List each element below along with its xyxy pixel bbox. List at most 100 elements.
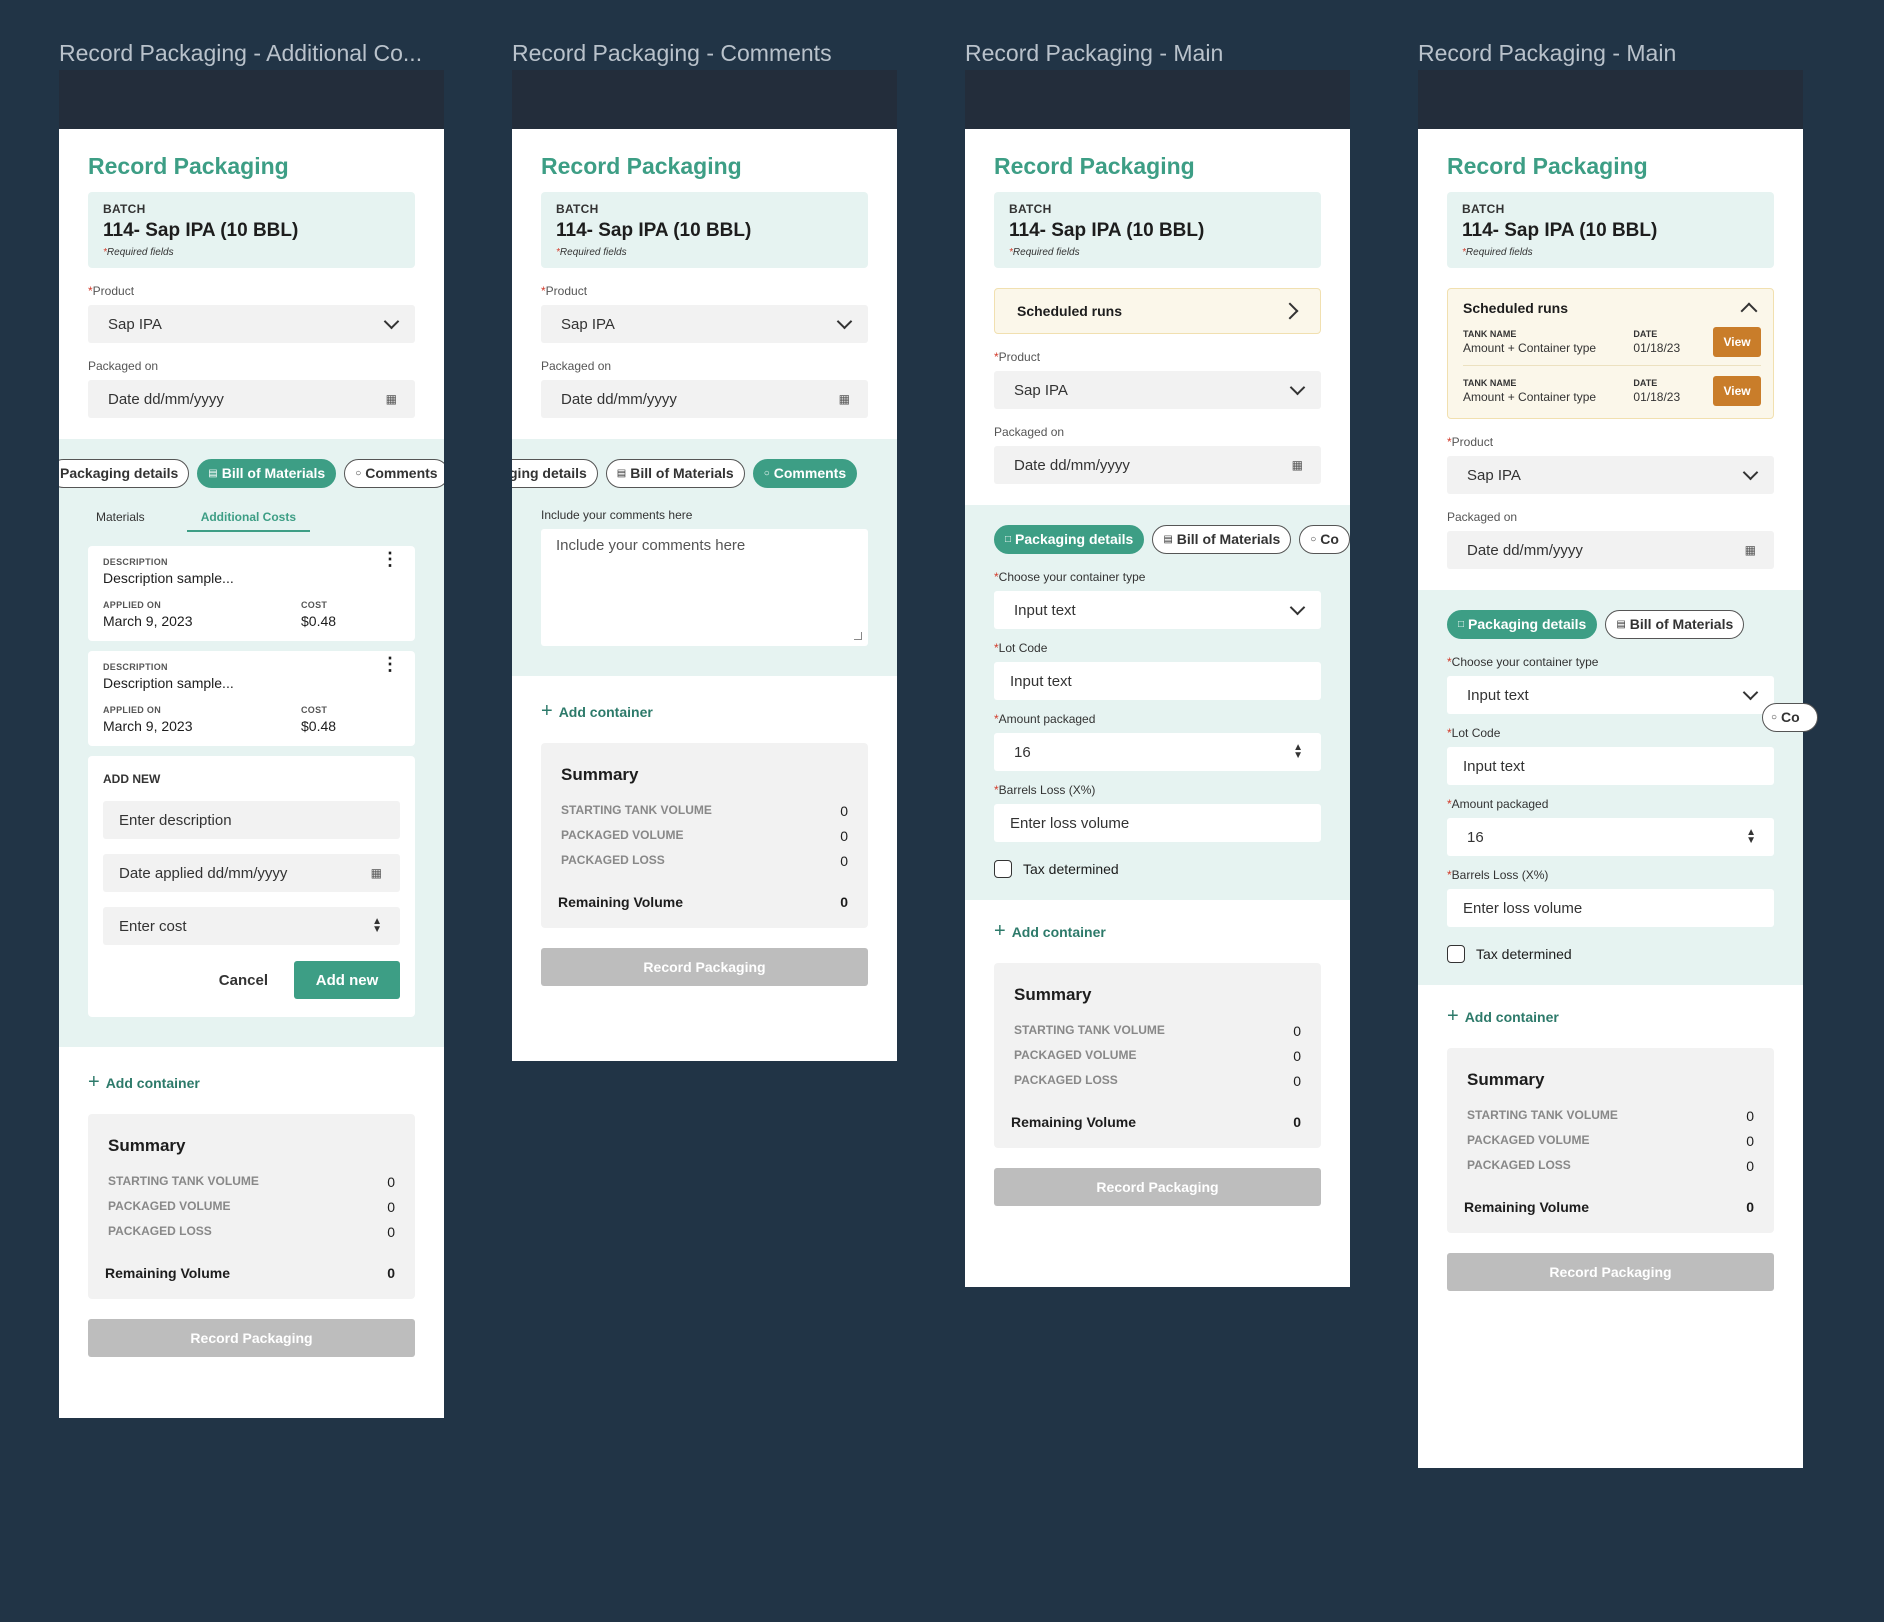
- add-new-title: ADD NEW: [103, 772, 161, 786]
- product-select[interactable]: Sap IPA: [994, 371, 1321, 409]
- add-container-button[interactable]: + Add container: [994, 920, 1321, 943]
- product-label: *Product: [1447, 435, 1494, 449]
- tab-comments[interactable]: ○ Comments: [752, 459, 858, 488]
- scheduled-runs-toggle[interactable]: Scheduled runs: [994, 288, 1321, 334]
- packaged-on-date-input[interactable]: Date dd/mm/yyyy ▦: [1447, 531, 1774, 569]
- add-container-button[interactable]: + Add container: [88, 1071, 415, 1094]
- tab-bill-of-materials[interactable]: ▤ Bill of Materials: [1605, 610, 1745, 639]
- add-container-button[interactable]: + Add container: [541, 700, 868, 723]
- view-run-button[interactable]: View: [1713, 327, 1761, 357]
- applied-on-value: March 9, 2023: [103, 613, 193, 629]
- container-type-select[interactable]: Input text: [994, 591, 1321, 629]
- subtab-materials[interactable]: Materials: [96, 510, 145, 532]
- chevron-down-icon: [1742, 464, 1759, 481]
- add-new-button[interactable]: Add new: [294, 961, 400, 999]
- more-options-icon[interactable]: ⋮: [381, 550, 399, 568]
- add-container-button[interactable]: + Add container: [1447, 1005, 1774, 1028]
- box-icon: □: [1005, 534, 1012, 545]
- summary-row: PACKAGED LOSS 0: [108, 1224, 395, 1240]
- app-header: [965, 70, 1350, 129]
- tax-determined-checkbox[interactable]: [1447, 945, 1465, 963]
- frame-title-additional-costs: Record Packaging - Additional Co...: [59, 40, 423, 66]
- tab-packaging-details[interactable]: Packaging details: [59, 459, 190, 488]
- record-packaging-button[interactable]: Record Packaging: [88, 1319, 415, 1357]
- barrels-loss-input[interactable]: Enter loss volume: [1447, 889, 1774, 927]
- tab-bill-of-materials[interactable]: ▤ Bill of Materials: [605, 459, 745, 488]
- summary-card: Summary STARTING TANK VOLUME 0 PACKAGED V…: [88, 1114, 415, 1299]
- calendar-icon: ▦: [385, 392, 397, 406]
- scheduled-runs-toggle[interactable]: Scheduled runs: [1463, 299, 1761, 320]
- page-title: Record Packaging: [88, 153, 289, 179]
- amount-packaged-input[interactable]: 16 ▲ ▼: [994, 733, 1321, 771]
- batch-card: BATCH 114- Sap IPA (10 BBL) *Required fi…: [88, 192, 415, 268]
- barrels-loss-input[interactable]: Enter loss volume: [994, 804, 1321, 842]
- batch-label: BATCH: [103, 202, 146, 216]
- record-packaging-button[interactable]: Record Packaging: [994, 1168, 1321, 1206]
- batch-value: 114- Sap IPA (10 BBL): [1462, 220, 1658, 241]
- summary-row: PACKAGED LOSS 0: [1014, 1073, 1301, 1089]
- box-icon: □: [1458, 619, 1465, 630]
- tax-determined-checkbox[interactable]: [994, 860, 1012, 878]
- summary-card: Summary STARTING TANK VOLUME 0 PACKAGED V…: [1447, 1048, 1774, 1233]
- date-applied-input[interactable]: Date applied dd/mm/yyyy ▦: [103, 854, 400, 892]
- product-label: *Product: [541, 284, 588, 298]
- summary-title: Summary: [1467, 1070, 1545, 1089]
- applied-on-label: APPLIED ON: [103, 600, 162, 610]
- product-select[interactable]: Sap IPA: [88, 305, 415, 343]
- tab-comments[interactable]: ○ Comments: [344, 459, 444, 488]
- subtab-bar: Materials Additional Costs: [88, 510, 415, 532]
- lot-code-input[interactable]: Input text: [994, 662, 1321, 700]
- container-type-select[interactable]: Input text: [1447, 676, 1774, 714]
- packaged-on-date-input[interactable]: Date dd/mm/yyyy ▦: [541, 380, 868, 418]
- tab-bar: □ Packaging details ▤ Bill of Materials: [1447, 610, 1803, 639]
- calendar-icon: ▦: [1744, 543, 1756, 557]
- remaining-volume-row: Remaining Volume 0: [105, 1265, 395, 1281]
- tab-packaging-details[interactable]: ging details: [512, 459, 598, 488]
- tab-bill-of-materials[interactable]: ▤ Bill of Materials: [197, 459, 337, 488]
- batch-label: BATCH: [556, 202, 599, 216]
- stepper-icon[interactable]: ▲ ▼: [1746, 828, 1756, 846]
- stepper-icon[interactable]: ▲ ▼: [1293, 743, 1303, 761]
- tab-comments-overflow[interactable]: ○ Co: [1762, 703, 1818, 732]
- stepper-icon[interactable]: ▲ ▼: [372, 917, 382, 935]
- tab-packaging-details[interactable]: □ Packaging details: [994, 525, 1145, 554]
- cancel-button[interactable]: Cancel: [219, 972, 268, 989]
- chevron-right-icon: [1281, 302, 1299, 320]
- tab-bill-of-materials[interactable]: ▤ Bill of Materials: [1152, 525, 1292, 554]
- more-options-icon[interactable]: ⋮: [381, 655, 399, 673]
- product-select[interactable]: Sap IPA: [1447, 456, 1774, 494]
- summary-row: STARTING TANK VOLUME 0: [561, 803, 848, 819]
- amount-packaged-input[interactable]: 16 ▲ ▼: [1447, 818, 1774, 856]
- lot-code-input[interactable]: Input text: [1447, 747, 1774, 785]
- subtab-additional-costs[interactable]: Additional Costs: [186, 510, 311, 532]
- batch-label: BATCH: [1009, 202, 1052, 216]
- description-input[interactable]: Enter description: [103, 801, 400, 839]
- calendar-icon: ▦: [370, 866, 382, 880]
- amount-packaged-label: *Amount packaged: [1447, 797, 1549, 811]
- comments-textarea[interactable]: Include your comments here: [541, 529, 868, 646]
- scheduled-runs-panel: Scheduled runs TANK NAME Amount + Contain…: [1447, 288, 1774, 419]
- batch-label: BATCH: [1462, 202, 1505, 216]
- amount-packaged-label: *Amount packaged: [994, 712, 1096, 726]
- frame-title-main-expanded: Record Packaging - Main: [1418, 40, 1677, 66]
- view-run-button[interactable]: View: [1713, 376, 1761, 406]
- chevron-down-icon: [836, 313, 853, 330]
- product-select[interactable]: Sap IPA: [541, 305, 868, 343]
- add-new-cost-card: ADD NEW Enter description Date applied d…: [88, 756, 415, 1017]
- packaged-on-label: Packaged on: [88, 359, 159, 373]
- record-packaging-button[interactable]: Record Packaging: [1447, 1253, 1774, 1291]
- frame-additional-costs: Record Packaging BATCH 114- Sap IPA (10 …: [59, 70, 444, 1418]
- record-packaging-button[interactable]: Record Packaging: [541, 948, 868, 986]
- barrels-loss-label: *Barrels Loss (X%): [1447, 868, 1549, 882]
- plus-icon: +: [88, 1071, 100, 1093]
- tab-packaging-details[interactable]: □ Packaging details: [1447, 610, 1598, 639]
- document-icon: ▤: [616, 468, 627, 479]
- tab-comments[interactable]: ○ Co: [1299, 525, 1350, 554]
- cost-input[interactable]: Enter cost ▲ ▼: [103, 907, 400, 945]
- summary-row: STARTING TANK VOLUME 0: [1467, 1108, 1754, 1124]
- packaged-on-date-input[interactable]: Date dd/mm/yyyy ▦: [88, 380, 415, 418]
- batch-value: 114- Sap IPA (10 BBL): [103, 220, 299, 241]
- packaged-on-date-input[interactable]: Date dd/mm/yyyy ▦: [994, 446, 1321, 484]
- frame-title-comments: Record Packaging - Comments: [512, 40, 832, 66]
- container-type-label: *Choose your container type: [994, 570, 1146, 584]
